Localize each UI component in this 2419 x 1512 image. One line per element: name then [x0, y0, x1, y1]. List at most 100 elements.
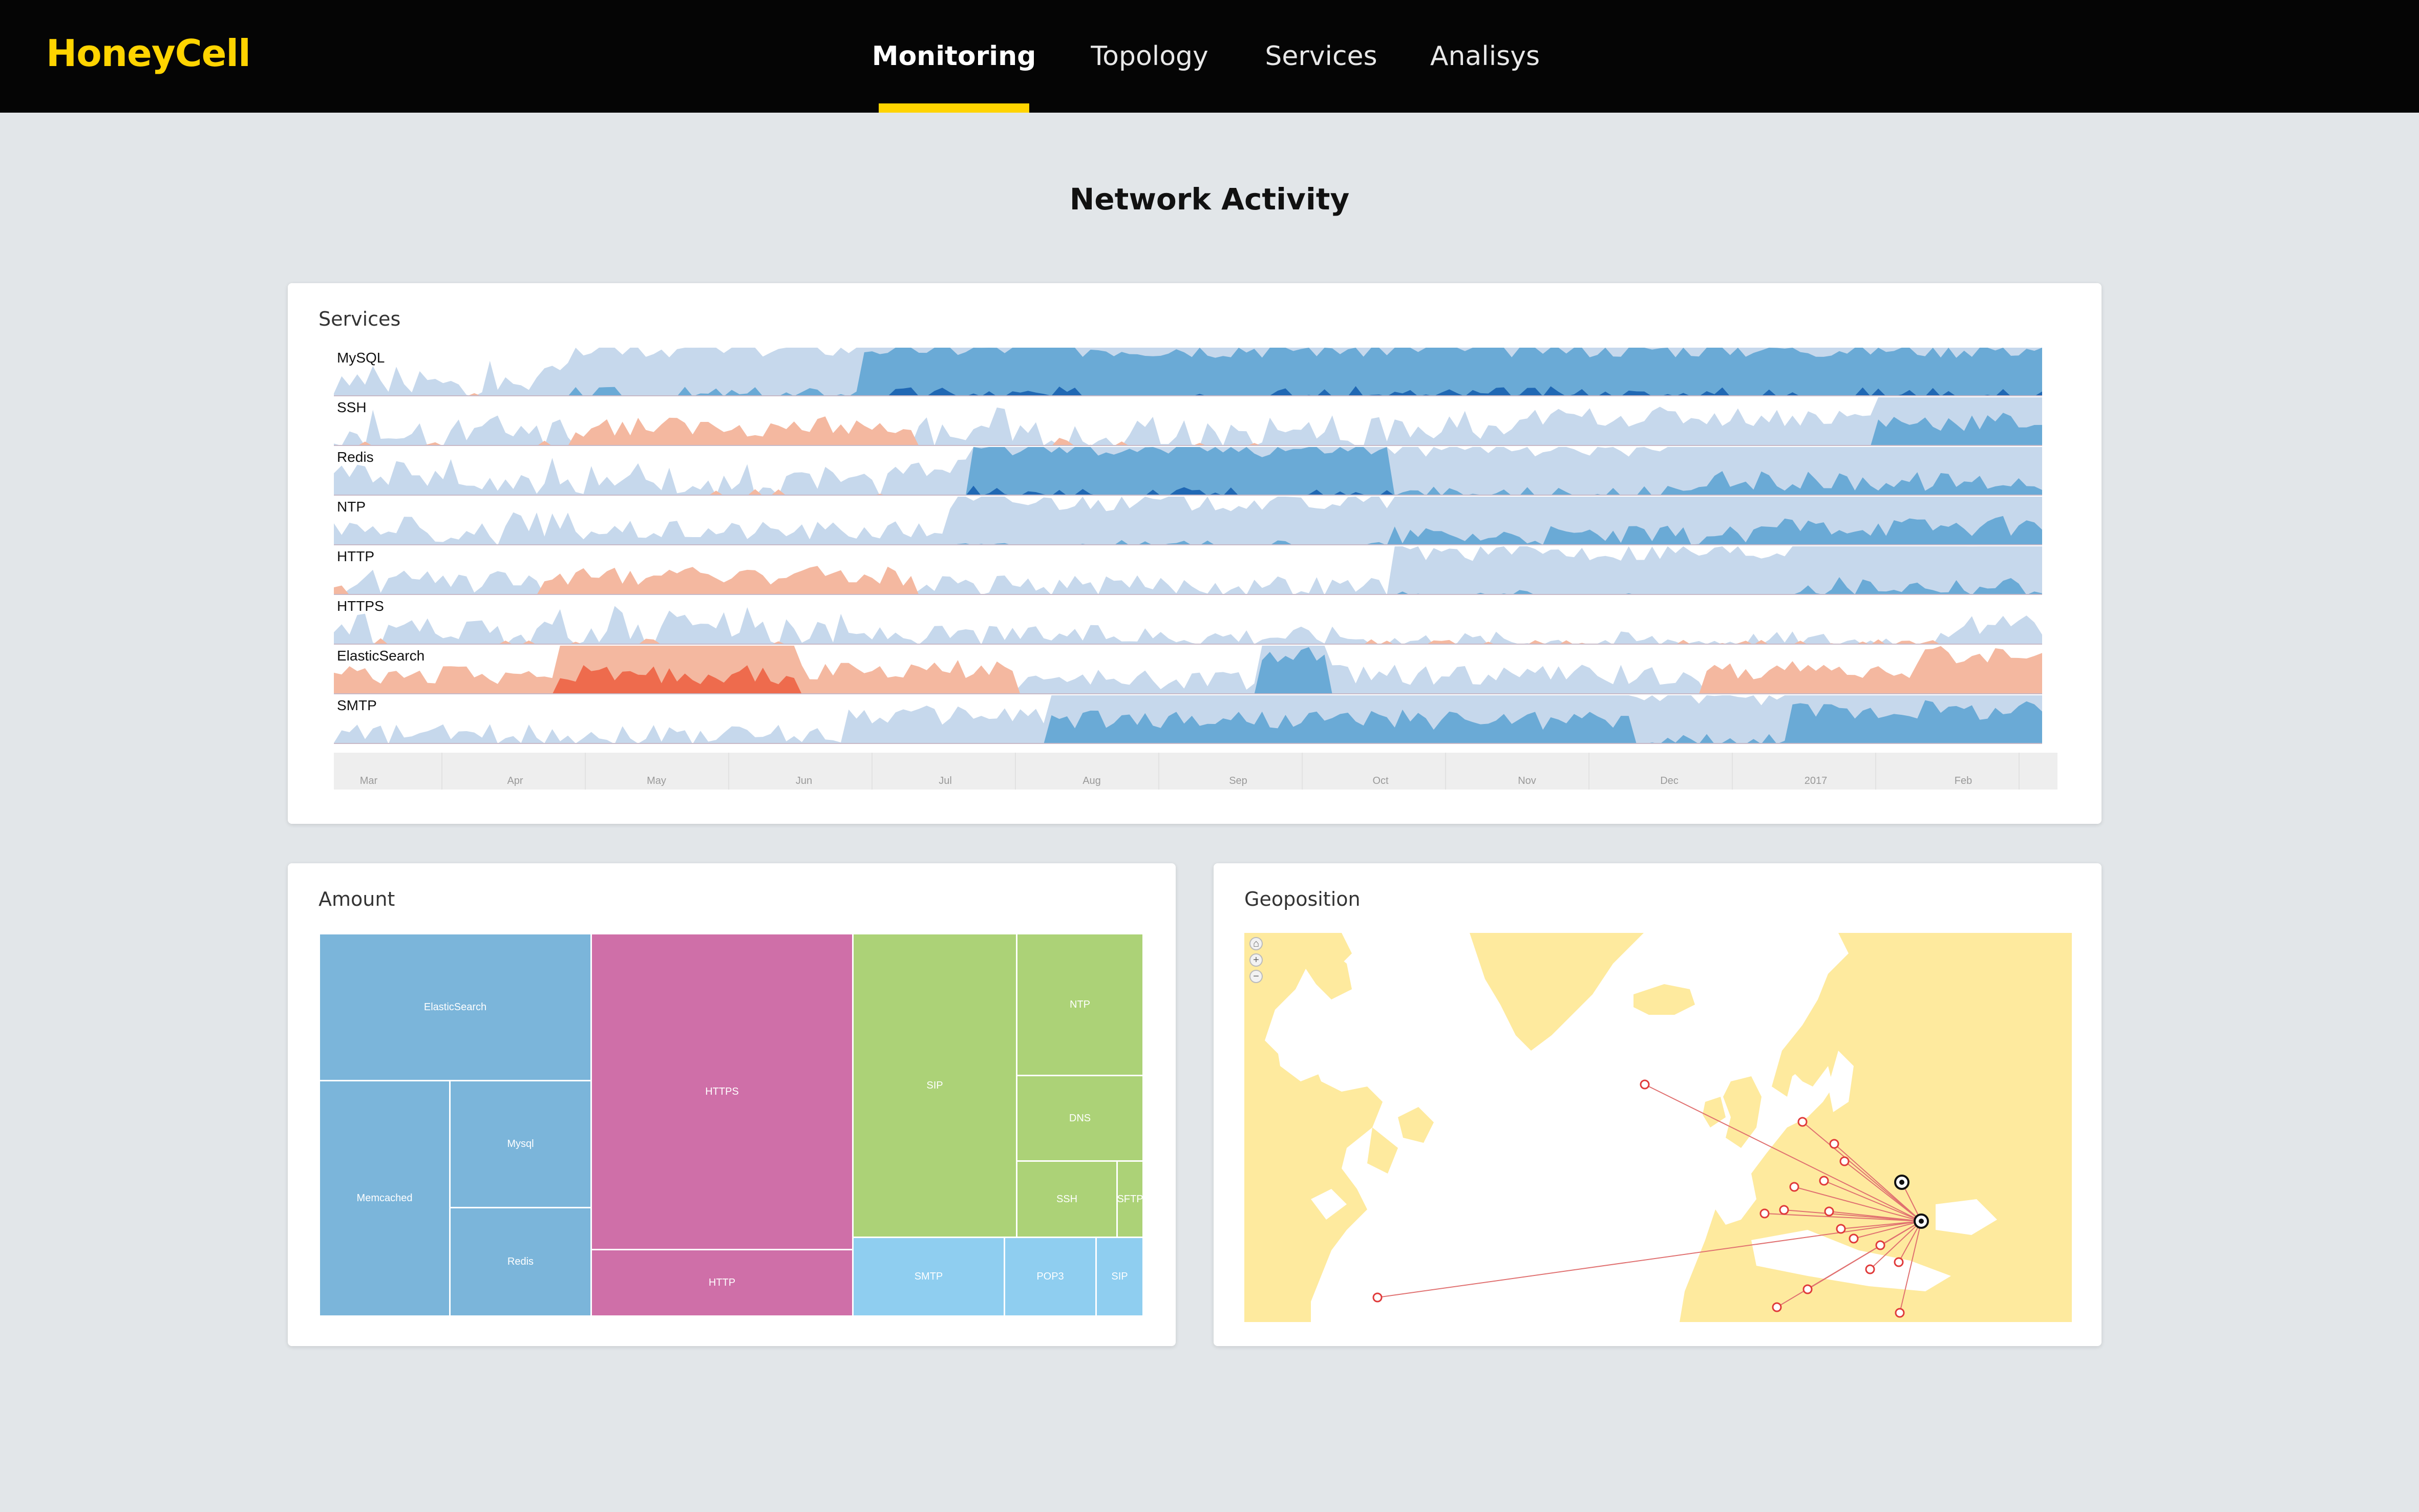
nav-tab-topology[interactable]: Topology	[1080, 0, 1219, 113]
horizon-row-ntp[interactable]: NTP	[334, 497, 2042, 545]
horizon-band-neg-0	[334, 545, 2042, 546]
horizon-band-graphic	[334, 606, 2042, 644]
source-marker	[1839, 1156, 1850, 1166]
target-marker-core	[1899, 1180, 1904, 1185]
treemap-tile-mysql[interactable]: Mysql	[449, 1080, 592, 1208]
source-marker	[1824, 1206, 1834, 1217]
axis-tick-2017: 2017	[1804, 775, 1828, 786]
source-marker	[1779, 1205, 1789, 1215]
land-north-america	[1244, 933, 1383, 1322]
treemap-tile-redis[interactable]: Redis	[449, 1207, 592, 1317]
source-marker	[1640, 1079, 1650, 1090]
app-logo[interactable]: HoneyCell	[46, 32, 251, 75]
axis-tick-oct: Oct	[1372, 775, 1389, 786]
treemap-tile-smtp[interactable]: SMTP	[852, 1237, 1005, 1317]
treemap: ElasticSearch Memcached Mysql Redis HTTP…	[319, 933, 1144, 1317]
source-marker	[1789, 1182, 1799, 1192]
axis-tick-jul: Jul	[939, 775, 952, 786]
services-card-title: Services	[319, 308, 401, 330]
row-label: SMTP	[337, 697, 377, 713]
source-marker	[1849, 1233, 1859, 1244]
horizon-row-elasticsearch[interactable]: ElasticSearch	[334, 646, 2042, 694]
zoom-in-icon[interactable]: +	[1249, 953, 1263, 967]
horizon-row-smtp[interactable]: SMTP	[334, 695, 2042, 744]
source-marker	[1797, 1117, 1808, 1127]
axis-tick-apr: Apr	[507, 775, 523, 786]
treemap-tile-elasticsearch[interactable]: ElasticSearch	[319, 933, 592, 1081]
source-marker	[1819, 1176, 1829, 1186]
horizon-row-ssh[interactable]: SSH	[334, 397, 2042, 446]
amount-card: Amount ElasticSearch Memcached Mysql Red…	[288, 863, 1176, 1346]
horizon-band-graphic	[334, 497, 2042, 546]
source-marker	[1895, 1308, 1905, 1318]
logo-text-honey: Honey	[46, 32, 176, 75]
axis-tick-feb: Feb	[1954, 775, 1972, 786]
horizon-band-graphic	[334, 397, 2042, 445]
horizon-band-graphic	[334, 546, 2042, 594]
map-canvas	[1244, 933, 2072, 1322]
treemap-tile-memcached[interactable]: Memcached	[319, 1080, 451, 1317]
target-marker-core	[1919, 1219, 1924, 1224]
treemap-tile-sip[interactable]: SIP	[852, 933, 1017, 1238]
horizon-band-graphic	[334, 348, 2042, 395]
nav-tab-monitoring[interactable]: Monitoring	[872, 0, 1036, 113]
logo-text-cell: Cell	[175, 32, 251, 75]
row-label: HTTP	[337, 548, 375, 564]
treemap-tile-ntp[interactable]: NTP	[1016, 933, 1144, 1076]
time-axis: Mar Apr May Jun Jul Aug Sep Oct Nov Dec …	[334, 753, 2057, 790]
land-newfoundland	[1398, 1107, 1434, 1143]
treemap-tile-pop3[interactable]: POP3	[1004, 1237, 1097, 1317]
source-marker	[1829, 1139, 1839, 1149]
row-label: NTP	[337, 499, 366, 515]
home-icon[interactable]: ⌂	[1249, 937, 1263, 950]
geo-map[interactable]: ⌂ + −	[1244, 933, 2072, 1322]
row-label: HTTPS	[337, 598, 384, 614]
nav-tab-analisys[interactable]: Analisys	[1424, 0, 1546, 113]
axis-tick-sep: Sep	[1229, 775, 1247, 786]
treemap-tile-http[interactable]: HTTP	[590, 1249, 854, 1317]
source-marker	[1836, 1224, 1846, 1234]
horizon-band-graphic	[334, 695, 2042, 743]
horizon-band-pos-0	[334, 606, 2042, 644]
nav-tab-services[interactable]: Services	[1255, 0, 1388, 113]
axis-tick-jun: Jun	[795, 775, 813, 786]
land-britain	[1723, 1076, 1762, 1148]
row-label: MySQL	[337, 350, 385, 366]
source-marker	[1875, 1240, 1885, 1250]
source-marker	[1372, 1292, 1383, 1303]
horizon-band-graphic	[334, 447, 2042, 495]
axis-tick-nov: Nov	[1518, 775, 1536, 786]
row-label: SSH	[337, 399, 367, 415]
land-iceland	[1633, 984, 1695, 1015]
axis-tick-dec: Dec	[1660, 775, 1679, 786]
amount-card-title: Amount	[319, 888, 395, 910]
axis-tick-may: May	[647, 775, 666, 786]
zoom-out-icon[interactable]: −	[1249, 970, 1263, 983]
top-navbar: HoneyCell Monitoring Topology Services A…	[0, 0, 2419, 113]
geoposition-card: Geoposition ⌂ + −	[1214, 863, 2102, 1346]
horizon-row-redis[interactable]: Redis	[334, 447, 2042, 496]
horizon-row-mysql[interactable]: MySQL	[334, 348, 2042, 396]
row-label: ElasticSearch	[337, 648, 425, 664]
horizon-row-http[interactable]: HTTP	[334, 546, 2042, 595]
land-maritimes	[1367, 1127, 1398, 1174]
land-greenland	[1470, 933, 1644, 1051]
horizon-band-graphic	[334, 646, 2042, 693]
source-marker	[1894, 1257, 1904, 1267]
treemap-tile-https[interactable]: HTTPS	[590, 933, 854, 1250]
land-masses	[1244, 933, 2072, 1322]
horizon-row-https[interactable]: HTTPS	[334, 596, 2042, 645]
treemap-tile-dns[interactable]: DNS	[1016, 1075, 1144, 1162]
page-title: Network Activity	[1069, 182, 1350, 217]
axis-tick-aug: Aug	[1083, 775, 1101, 786]
active-tab-indicator	[879, 103, 1029, 113]
geoposition-card-title: Geoposition	[1244, 888, 1361, 910]
services-card: Services MySQL SSH Redis NTP HTTP HTTPS …	[288, 283, 2102, 824]
row-label: Redis	[337, 449, 374, 465]
source-marker	[1759, 1208, 1770, 1219]
axis-tick-mar: Mar	[359, 775, 378, 786]
treemap-tile-ssh[interactable]: SSH	[1016, 1160, 1118, 1238]
treemap-tile-sip-small[interactable]: SIP	[1095, 1237, 1144, 1317]
source-marker	[1802, 1284, 1813, 1294]
treemap-tile-sftp[interactable]: SFTP	[1116, 1160, 1144, 1238]
